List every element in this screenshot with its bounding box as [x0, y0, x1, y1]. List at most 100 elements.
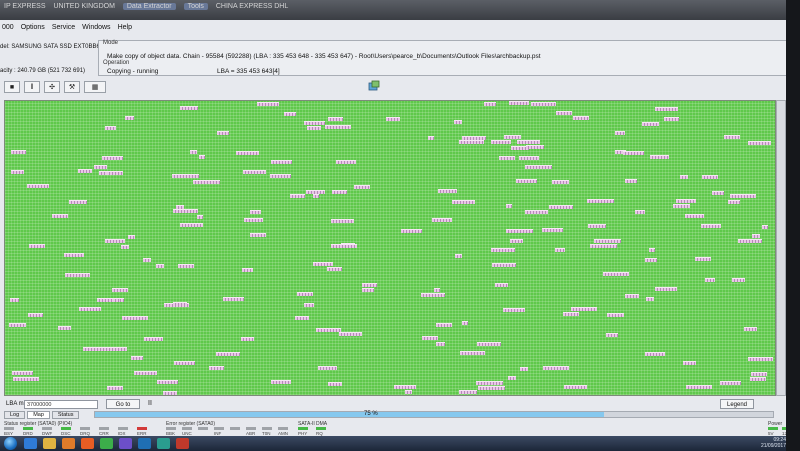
copied-block — [99, 171, 107, 175]
status-led — [230, 427, 240, 430]
tab-map[interactable]: Map — [27, 411, 50, 419]
title-item-1[interactable]: IP EXPRESS — [4, 3, 46, 10]
sector-map[interactable] — [4, 100, 776, 396]
map-status-icon[interactable] — [368, 80, 380, 92]
title-item-4[interactable]: Tools — [183, 3, 208, 10]
menu-item-service[interactable]: Service — [52, 22, 75, 34]
tab-log[interactable]: Log — [4, 411, 26, 419]
copied-block — [588, 224, 606, 228]
copied-block — [79, 307, 101, 311]
pause-button[interactable]: ‖ — [24, 81, 40, 93]
map-pause-button[interactable]: II — [148, 400, 152, 407]
chrome-icon[interactable] — [100, 438, 113, 449]
firefox-icon[interactable] — [81, 438, 94, 449]
menu-item-help[interactable]: Help — [118, 22, 132, 34]
map-grid-icon: ▦ — [91, 84, 99, 91]
tab-status[interactable]: Status — [51, 411, 80, 419]
copied-block — [304, 303, 314, 307]
map-scrollbar[interactable] — [776, 100, 786, 396]
copied-block — [655, 287, 677, 291]
title-item-5[interactable]: CHINA EXPRESS DHL — [216, 3, 288, 10]
copied-block — [394, 385, 416, 389]
status-led — [137, 427, 147, 430]
legend-button[interactable]: Legend — [720, 399, 754, 409]
title-item-2[interactable]: UNITED KINGDOM — [53, 3, 114, 10]
status-led — [278, 427, 288, 430]
copied-block — [436, 323, 452, 327]
copied-block — [506, 229, 533, 233]
copied-block — [752, 234, 760, 238]
copied-block — [683, 361, 696, 365]
copied-block — [331, 244, 357, 248]
tools-button[interactable]: ✣ — [44, 81, 60, 93]
copied-block — [102, 156, 123, 160]
copied-block — [257, 102, 279, 106]
progress-text: 75 % — [364, 411, 378, 417]
copied-block — [686, 385, 712, 389]
settings-icon: ⚒ — [68, 84, 76, 91]
copied-block — [594, 239, 621, 243]
copied-block — [590, 244, 617, 248]
copied-block — [336, 160, 356, 164]
lba-input[interactable]: 37000000 — [24, 400, 98, 409]
copied-block — [284, 112, 296, 116]
copied-block — [484, 102, 496, 106]
title-item-3[interactable]: Data Extractor — [122, 3, 176, 10]
screen: IP EXPRESS UNITED KINGDOM Data Extractor… — [0, 0, 800, 451]
copied-block — [476, 381, 503, 385]
copied-block — [134, 371, 157, 375]
copied-block — [495, 283, 508, 287]
copied-block — [744, 327, 757, 331]
copied-block — [52, 214, 68, 218]
status-led — [298, 427, 308, 430]
copied-block — [701, 224, 721, 228]
copied-block — [10, 298, 19, 302]
copied-block — [564, 385, 587, 389]
map-view-button[interactable]: ▦ — [84, 81, 106, 93]
copied-block — [587, 199, 614, 203]
settings-button[interactable]: ⚒ — [64, 81, 80, 93]
copied-block — [460, 351, 485, 355]
copied-block — [386, 117, 400, 121]
copied-block — [405, 390, 412, 394]
copied-block — [635, 210, 645, 214]
app-icon[interactable] — [119, 438, 132, 449]
start-button[interactable] — [4, 437, 17, 450]
progress-fill — [95, 412, 604, 417]
menu-item-windows[interactable]: Windows — [82, 22, 110, 34]
copied-block — [499, 156, 515, 160]
app4-icon[interactable] — [176, 438, 189, 449]
stop-button[interactable]: ■ — [4, 81, 20, 93]
goto-button[interactable]: Go to — [106, 399, 140, 409]
app3-icon[interactable] — [157, 438, 170, 449]
copied-block — [526, 145, 544, 149]
copied-block — [504, 135, 521, 139]
copied-block — [712, 191, 724, 195]
system-clock[interactable]: 09:24 21/09/2017 — [761, 437, 786, 449]
copied-block — [328, 382, 342, 386]
copied-block — [290, 194, 305, 198]
copied-block — [422, 336, 438, 340]
status-led — [262, 427, 272, 430]
ie-icon[interactable] — [24, 438, 37, 449]
copied-block — [455, 254, 462, 258]
copied-block — [623, 151, 644, 155]
copied-block — [191, 209, 198, 213]
copied-block — [615, 131, 625, 135]
menu-item-file[interactable]: 000 — [2, 22, 14, 34]
copied-block — [607, 313, 624, 317]
copied-block — [432, 218, 452, 222]
copied-block — [452, 200, 475, 204]
copied-block — [748, 141, 771, 145]
copied-block — [244, 218, 263, 222]
copied-block — [462, 321, 468, 325]
copied-block — [105, 126, 116, 130]
copied-block — [313, 262, 333, 266]
status-led — [118, 427, 128, 430]
copied-block — [94, 165, 107, 169]
app2-icon[interactable] — [138, 438, 151, 449]
media-icon[interactable] — [62, 438, 75, 449]
menu-item-options[interactable]: Options — [21, 22, 45, 34]
copied-block — [271, 160, 292, 164]
folder-icon[interactable] — [43, 438, 56, 449]
